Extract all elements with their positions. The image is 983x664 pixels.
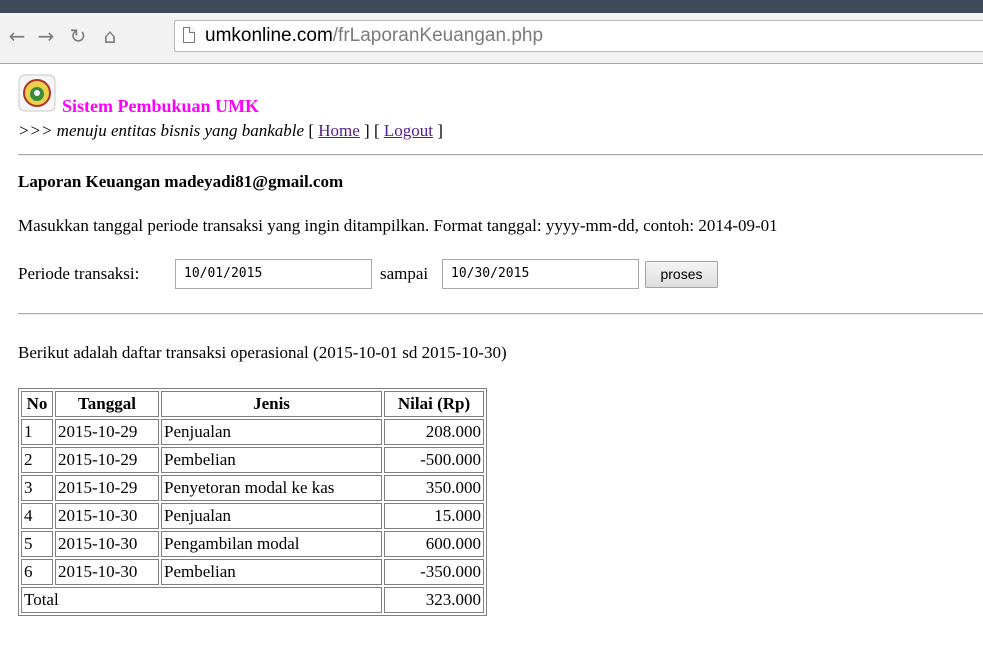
url-path: /frLaporanKeuangan.php	[332, 25, 544, 46]
cell-no: 1	[21, 419, 53, 445]
date-from-input[interactable]: 10/01/2015	[175, 259, 372, 289]
process-button[interactable]: proses	[645, 261, 718, 288]
column-header-nilai: Nilai (Rp)	[384, 391, 484, 417]
cell-tanggal: 2015-10-30	[55, 503, 159, 529]
date-to-input[interactable]: 10/30/2015	[442, 259, 639, 289]
cell-nilai: 350.000	[384, 475, 484, 501]
table-row: 4 2015-10-30 Penjualan 15.000	[21, 503, 484, 529]
site-title: Sistem Pembukuan UMK	[62, 96, 260, 116]
cell-nilai: 208.000	[384, 419, 484, 445]
url-host: umkonline.com	[205, 25, 333, 46]
divider	[18, 154, 983, 156]
cell-tanggal: 2015-10-29	[55, 447, 159, 473]
tagline: >>> menuju entitas bisnis yang bankable …	[18, 121, 443, 140]
address-bar[interactable]: umkonline.com/frLaporanKeuangan.php	[174, 20, 983, 52]
column-header-tanggal: Tanggal	[55, 391, 159, 417]
tagline-text: >>> menuju entitas bisnis yang bankable	[18, 121, 305, 140]
table-header-row: No Tanggal Jenis Nilai (Rp)	[21, 391, 484, 417]
browser-toolbar: ← → ↻ ⌂ umkonline.com/frLaporanKeuangan.…	[0, 0, 983, 64]
cell-jenis: Pembelian	[161, 447, 382, 473]
cell-no: 5	[21, 531, 53, 557]
reload-icon[interactable]: ↻	[66, 24, 90, 48]
transaction-list-intro: Berikut adalah daftar transaksi operasio…	[18, 343, 507, 362]
cell-no: 3	[21, 475, 53, 501]
cell-jenis: Penjualan	[161, 419, 382, 445]
column-header-jenis: Jenis	[161, 391, 382, 417]
umk-logo-icon	[18, 74, 56, 112]
home-link[interactable]: Home	[318, 121, 360, 140]
cell-no: 4	[21, 503, 53, 529]
transaction-table: No Tanggal Jenis Nilai (Rp) 1 2015-10-29…	[18, 388, 487, 616]
cell-tanggal: 2015-10-29	[55, 475, 159, 501]
table-total-row: Total 323.000	[21, 587, 484, 613]
cell-nilai: -350.000	[384, 559, 484, 585]
home-icon[interactable]: ⌂	[98, 24, 122, 48]
cell-jenis: Penyetoran modal ke kas	[161, 475, 382, 501]
table-row: 5 2015-10-30 Pengambilan modal 600.000	[21, 531, 484, 557]
window-titlebar	[0, 0, 983, 13]
total-value: 323.000	[384, 587, 484, 613]
cell-tanggal: 2015-10-30	[55, 531, 159, 557]
date-format-instructions: Masukkan tanggal periode transaksi yang …	[18, 216, 778, 235]
back-icon[interactable]: ←	[5, 24, 29, 48]
logout-link[interactable]: Logout	[384, 121, 433, 140]
table-row: 6 2015-10-30 Pembelian -350.000	[21, 559, 484, 585]
cell-nilai: -500.000	[384, 447, 484, 473]
cell-tanggal: 2015-10-30	[55, 559, 159, 585]
table-row: 2 2015-10-29 Pembelian -500.000	[21, 447, 484, 473]
page-icon	[183, 27, 195, 43]
url-text[interactable]: umkonline.com/frLaporanKeuangan.php	[205, 25, 543, 47]
table-row: 3 2015-10-29 Penyetoran modal ke kas 350…	[21, 475, 484, 501]
cell-jenis: Pengambilan modal	[161, 531, 382, 557]
total-label: Total	[21, 587, 382, 613]
forward-icon[interactable]: →	[34, 24, 58, 48]
cell-no: 2	[21, 447, 53, 473]
cell-nilai: 15.000	[384, 503, 484, 529]
cell-nilai: 600.000	[384, 531, 484, 557]
cell-jenis: Pembelian	[161, 559, 382, 585]
report-title: Laporan Keuangan madeyadi81@gmail.com	[18, 172, 344, 191]
divider	[18, 313, 983, 315]
cell-jenis: Penjualan	[161, 503, 382, 529]
column-header-no: No	[21, 391, 53, 417]
cell-no: 6	[21, 559, 53, 585]
period-label: Periode transaksi:	[18, 264, 140, 283]
cell-tanggal: 2015-10-29	[55, 419, 159, 445]
to-label: sampai	[380, 264, 429, 283]
table-row: 1 2015-10-29 Penjualan 208.000	[21, 419, 484, 445]
